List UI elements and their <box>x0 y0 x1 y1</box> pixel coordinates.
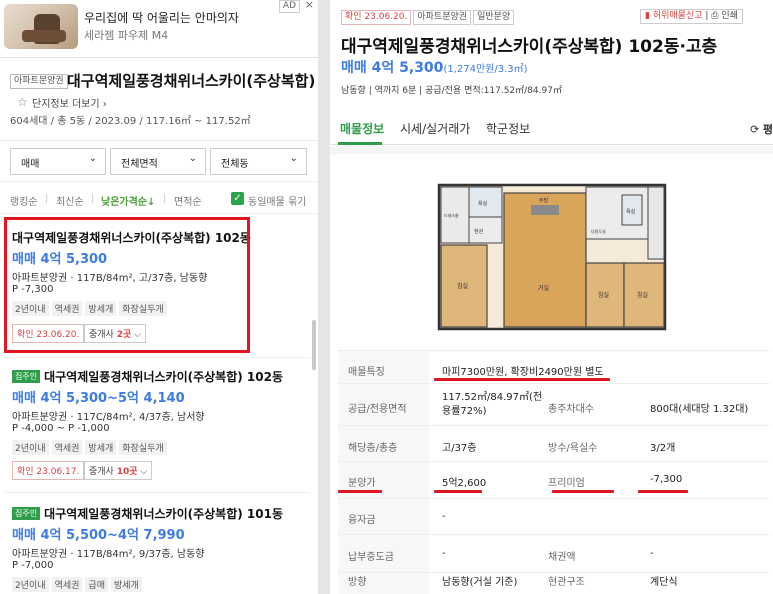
table-row: 해당층/총층 고/37층 방수/욕실수 3/2개 <box>338 425 770 461</box>
table-row: 납부중도금 - 채권액 - <box>338 534 770 572</box>
feature-tag: 역세권 <box>51 577 83 592</box>
report-print-bar: ▮ 허위매물신고 | ⎙ 인쇄 <box>640 9 743 24</box>
report-button[interactable]: 허위매물신고 <box>653 11 703 21</box>
refresh-icon: ⟳ <box>750 123 763 136</box>
floor-plan-image: 거실 침실 침실 침실 주방 욕실 욕실 드레스룸 다용도실 현관 <box>436 175 668 335</box>
complex-name: 대구역제일풍경채위너스카이(주상복합) <box>67 72 316 90</box>
area-unit-toggle[interactable]: ⟳ 평 <box>750 121 773 137</box>
listing-panel: 우리집에 딱 어울리는 안마의자 세라젬 파우제 M4 AD × 아파트분양권 … <box>0 0 318 594</box>
print-button[interactable]: 인쇄 <box>721 11 738 21</box>
complex-header: 아파트분양권 대구역제일풍경채위너스카이(주상복합) ☆ 단지정보 더보기 › … <box>0 62 318 132</box>
sort-bar: 랭킹순 | 최신순 | 낮은가격순↓ | 면적순 ✓ 동일매물 묶기 <box>0 186 318 214</box>
panel-divider[interactable] <box>318 0 330 594</box>
table-row: 공급/전용면적 117.52㎡/84.97㎡(전용률72%) 총주차대수 800… <box>338 383 770 425</box>
room-label: 다용도실 <box>591 228 606 234</box>
chevron-down-icon: ⌄ <box>289 153 298 164</box>
sort-ranking[interactable]: 랭킹순 <box>10 193 38 208</box>
room-label: 욕실 <box>478 200 488 207</box>
complex-info-link[interactable]: 단지정보 더보기 › <box>32 95 107 110</box>
siren-icon: ▮ <box>645 11 650 21</box>
annotation-underline <box>338 490 382 493</box>
tab-price-history[interactable]: 시세/실거래가 <box>400 120 470 137</box>
room-label: 현관 <box>474 228 484 235</box>
sale-type-tag: 일반분양 <box>473 10 515 25</box>
feature-tag: 2년이내 <box>12 440 49 455</box>
sort-area[interactable]: 면적순 <box>174 193 202 208</box>
feature-tag: 방세개 <box>85 440 117 455</box>
listing-premium: P -4,000 ~ P -1,000 <box>12 423 110 434</box>
detail-tabs: 매물정보 시세/실거래가 학군정보 ⟳ 평 <box>330 107 773 145</box>
owner-tag: 집주인 <box>12 507 41 520</box>
group-same-label[interactable]: 동일매물 묶기 <box>248 193 306 208</box>
listing-spec: 아파트분양권 · 117C/84m², 4/37층, 남서향 <box>12 412 205 423</box>
listing-price: 매매 4억 5,300~5억 4,140 <box>12 391 185 406</box>
listing-price: 매매 4억 5,500~4억 7,990 <box>12 528 185 543</box>
building-select[interactable]: 전체동 ⌄ <box>210 148 307 175</box>
room-label: 드레스룸 <box>444 212 459 218</box>
chevron-down-icon: ⌄ <box>188 153 197 164</box>
detail-meta: 남동향 | 역까지 6분 | 공급/전용 면적:117.52㎡/84.97㎡ <box>341 86 562 96</box>
confirm-date-badge: 확인 23.06.20. <box>341 10 412 25</box>
property-type-tag: 아파트분양권 <box>413 10 472 25</box>
room-label: 침실 <box>598 291 609 299</box>
trade-type-select[interactable]: 매매 ⌄ <box>10 148 106 175</box>
feature-tag: 급매 <box>85 577 108 592</box>
feature-tag: 2년이내 <box>12 577 49 592</box>
table-row: 방향 남동향(거실 기준) 현관구조 계단식 <box>338 572 770 594</box>
complex-meta: 604세대 / 총 5동 / 2023.09 / 117.16㎡ ~ 117.5… <box>10 116 251 127</box>
annotation-underline <box>552 490 614 493</box>
room-label: 주방 <box>539 197 549 204</box>
confirm-date-badge: 확인 23.06.17. <box>12 461 85 480</box>
listing-spec: 아파트분양권 · 117B/84m², 9/37층, 남동향 <box>12 549 205 560</box>
ad-title[interactable]: 우리집에 딱 어울리는 안마의자 <box>84 9 239 26</box>
listing-tags: 2년이내 역세권 방세개 화장실두개 <box>12 440 170 455</box>
tab-listing-info[interactable]: 매물정보 <box>340 120 384 137</box>
area-select[interactable]: 전체면적 ⌄ <box>110 148 206 175</box>
chevron-down-icon: ⌄ <box>88 153 97 164</box>
star-icon[interactable]: ☆ <box>17 95 28 109</box>
tab-school-info[interactable]: 학군정보 <box>486 120 530 137</box>
table-row: 융자금 - <box>338 498 770 534</box>
ad-banner[interactable]: 우리집에 딱 어울리는 안마의자 세라젬 파우제 M4 AD × <box>0 0 318 58</box>
listing-premium: P -7,000 <box>12 560 54 571</box>
list-item[interactable]: 집주인 대구역제일풍경채위너스카이(주상복합) 101동 매매 4억 5,500~… <box>0 494 318 594</box>
active-tab-indicator <box>338 142 382 145</box>
listing-title: 집주인 대구역제일풍경채위너스카이(주상복합) 101동 <box>12 505 283 522</box>
print-icon: ⎙ <box>711 11 719 21</box>
detail-panel: 확인 23.06.20. 아파트분양권 일반분양 ▮ 허위매물신고 | ⎙ 인쇄 대… <box>330 0 773 594</box>
sort-low-price[interactable]: 낮은가격순↓ <box>101 193 155 208</box>
filter-bar: 매매 ⌄ 전체면적 ⌄ 전체동 ⌄ <box>0 140 318 182</box>
annotation-underline <box>638 490 688 493</box>
feature-tag: 방세개 <box>110 577 142 592</box>
agents-dropdown[interactable]: 중개사 10곳 ⌵ <box>84 461 153 480</box>
room-label: 침실 <box>637 291 648 299</box>
checkbox-checked-icon[interactable]: ✓ <box>231 192 244 205</box>
ad-badge: AD <box>278 0 300 13</box>
listing-tags: 2년이내 역세권 급매 방세개 <box>12 577 145 592</box>
close-icon[interactable]: × <box>305 0 314 11</box>
scrollbar[interactable] <box>312 320 316 370</box>
highlight-box <box>4 217 250 353</box>
room-label: 거실 <box>538 284 549 292</box>
owner-tag: 집주인 <box>12 370 41 383</box>
detail-tags: 확인 23.06.20. 아파트분양권 일반분양 <box>341 9 516 25</box>
ad-image <box>4 4 78 49</box>
list-item[interactable]: 집주인 대구역제일풍경채위너스카이(주상복합) 102동 매매 4억 5,300~… <box>0 358 318 490</box>
listing-title: 집주인 대구역제일풍경채위너스카이(주상복합) 102동 <box>12 368 283 385</box>
sort-latest[interactable]: 최신순 <box>56 193 84 208</box>
room-label: 욕실 <box>626 208 636 215</box>
annotation-underline <box>434 490 482 493</box>
feature-tag: 역세권 <box>51 440 83 455</box>
property-type-tag: 아파트분양권 <box>10 74 68 89</box>
ad-subtitle: 세라젬 파우제 M4 <box>84 29 169 42</box>
detail-title: 대구역제일풍경채위너스카이(주상복합) 102동·고층 <box>341 37 718 57</box>
detail-price: 매매 4억 5,300(1,274만원/3.3㎡) <box>341 60 528 76</box>
feature-tag: 화장실두개 <box>119 440 167 455</box>
room-label: 침실 <box>457 282 468 290</box>
annotation-underline <box>434 378 610 381</box>
